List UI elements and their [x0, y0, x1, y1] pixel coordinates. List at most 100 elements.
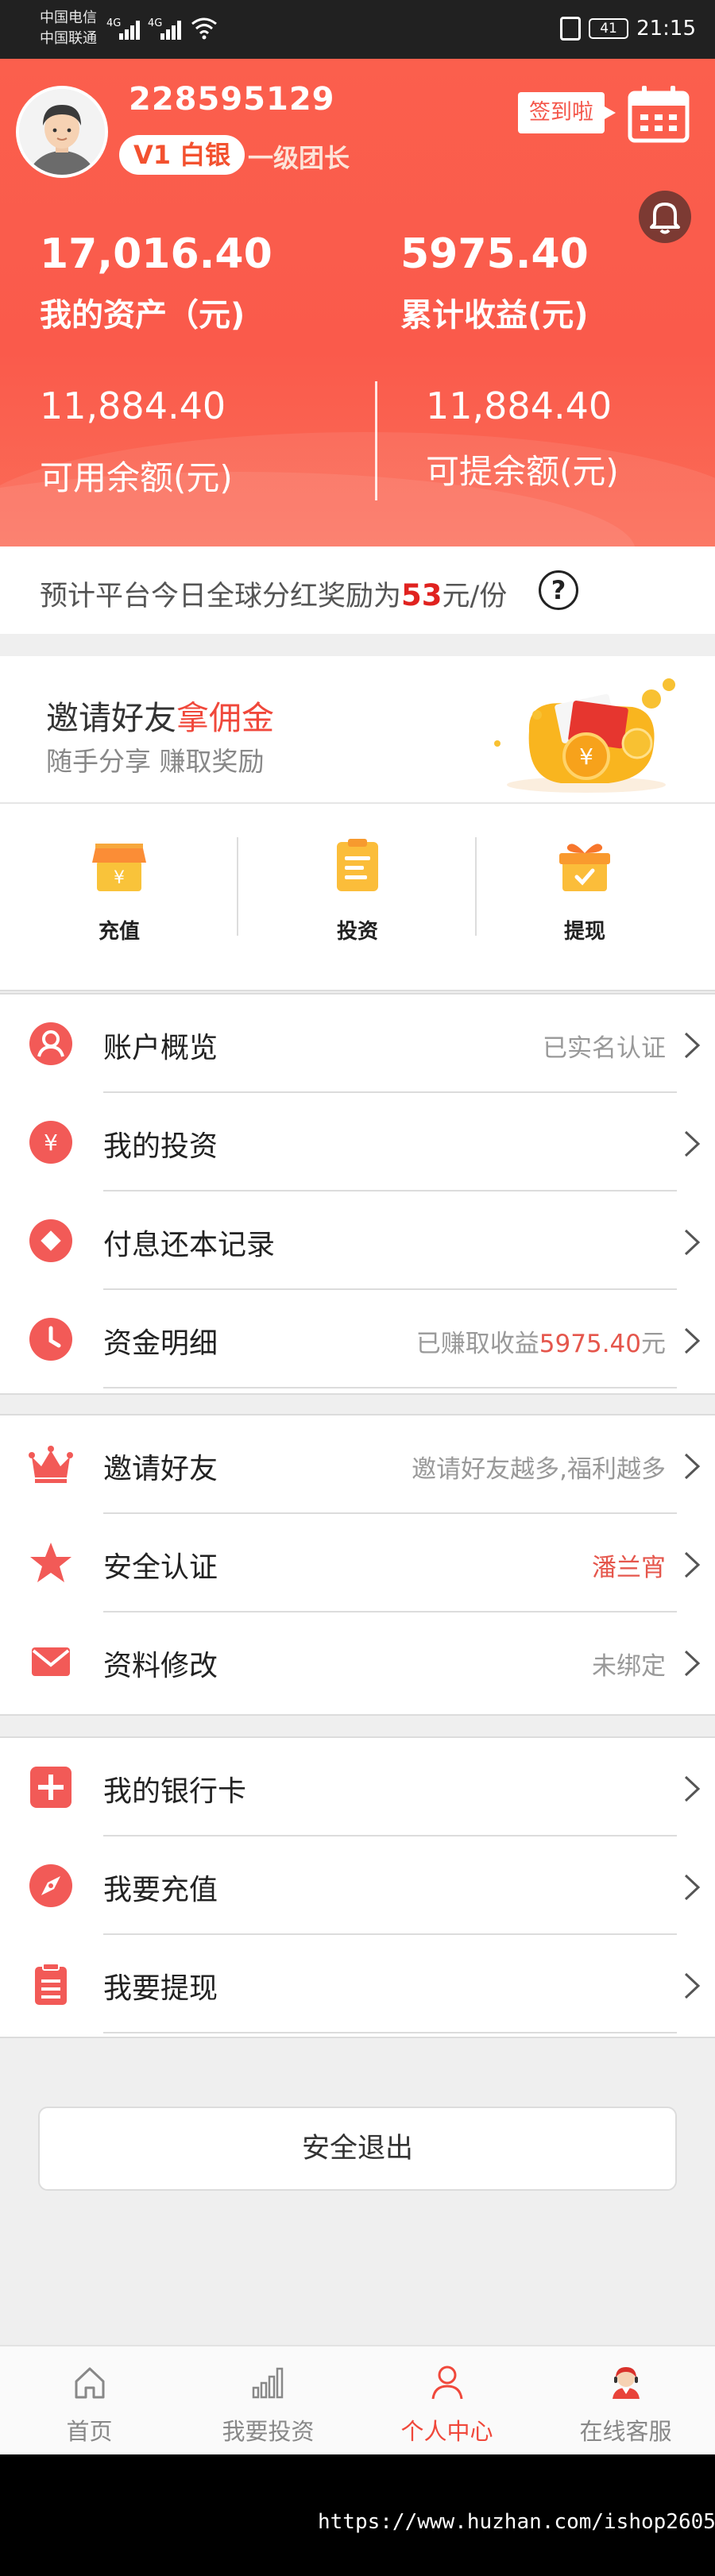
available-balance-label: 可用余额(元)	[40, 458, 233, 497]
plus-icon	[30, 1767, 72, 1808]
menu-item-repayment-records[interactable]: 付息还本记录	[0, 1191, 715, 1290]
mail-icon	[32, 1647, 70, 1676]
chevron-right-icon	[684, 1650, 701, 1677]
withdrawable-balance-label: 可提余额(元)	[426, 452, 619, 491]
invite-subtitle: 随手分享 赚取奖励	[46, 746, 265, 777]
bar-chart-icon	[252, 2367, 284, 2399]
invite-title-highlight: 拿佣金	[176, 699, 274, 737]
tab-label: 首页	[66, 2418, 113, 2445]
menu-group-social: 邀请好友 邀请好友越多,福利越多 安全认证 潘兰宵 资料修改 未绑定	[0, 1414, 715, 1716]
list-icon	[35, 1963, 67, 2005]
withdraw-label: 提现	[563, 920, 605, 944]
earned-income: 已赚取收益5975.40元	[416, 1323, 666, 1359]
notification-bell-button[interactable]	[639, 191, 691, 243]
tab-invest[interactable]: 我要投资	[179, 2346, 358, 2456]
menu-item-label: 资金明细	[103, 1327, 218, 1360]
dividend-forecast: 预计平台今日全球分红奖励为53元/份 ?	[0, 546, 715, 634]
shop-icon: ¥	[92, 844, 146, 891]
tab-profile[interactable]: 个人中心	[358, 2346, 536, 2456]
service-icon	[613, 2367, 640, 2399]
menu-item-label: 安全认证	[103, 1551, 218, 1584]
battery-icon: 41	[589, 18, 629, 39]
bell-icon	[650, 203, 680, 234]
invite-banner[interactable]: 邀请好友拿佣金 随手分享 赚取奖励 ¥	[0, 656, 715, 804]
recharge-action[interactable]: ¥ 充值	[0, 826, 238, 969]
recharge-label: 充值	[98, 920, 140, 944]
divider	[375, 381, 377, 500]
svg-text:¥: ¥	[579, 743, 593, 770]
chevron-right-icon	[684, 1130, 701, 1157]
forecast-prefix: 预计平台今日全球分红奖励为	[40, 581, 402, 612]
yen-icon: ¥	[29, 1121, 72, 1164]
withdraw-action[interactable]: 提现	[466, 826, 704, 969]
chevron-right-icon	[684, 1775, 701, 1802]
forecast-amount: 53	[401, 578, 443, 612]
carrier-1: 中国电信	[40, 10, 97, 26]
binding-status: 未绑定	[592, 1652, 666, 1681]
status-bar: 中国电信 中国联通 4G 4G 41 21:15	[0, 0, 715, 59]
menu-item-withdraw[interactable]: 我要提现	[0, 1935, 715, 2033]
menu-item-account-overview[interactable]: 账户概览 已实名认证	[0, 994, 715, 1093]
invest-label: 投资	[336, 920, 378, 944]
verified-name: 潘兰宵	[592, 1554, 666, 1582]
tab-home[interactable]: 首页	[0, 2346, 179, 2456]
menu-group-account: 账户概览 已实名认证 ¥ 我的投资 付息还本记录 资金明细 已赚取收益5975.…	[0, 993, 715, 1395]
menu-item-label: 我要提现	[103, 1972, 218, 2005]
chevron-right-icon	[684, 1327, 701, 1354]
signal-bars-icon	[160, 19, 184, 40]
earned-income-amount: 5975.40	[539, 1330, 641, 1358]
logout-button[interactable]: 安全退出	[38, 2107, 677, 2191]
total-assets-value: 17,016.40	[40, 230, 272, 278]
clipboard-icon	[337, 839, 378, 891]
verification-status: 已实名认证	[543, 1034, 666, 1063]
earned-income-prefix: 已赚取收益	[415, 1330, 539, 1358]
withdrawable-balance-value: 11,884.40	[426, 384, 613, 427]
menu-item-label: 我的投资	[103, 1130, 218, 1163]
watermark: https://www.huzhan.com/ishop26052	[318, 2510, 715, 2534]
crown-icon	[29, 1446, 73, 1483]
wifi-icon	[191, 17, 217, 40]
avatar-icon	[19, 89, 105, 175]
menu-group-bank: 我的银行卡 我要充值 我要提现	[0, 1736, 715, 2038]
level-badge: V1 白银	[119, 135, 245, 175]
menu-item-label: 邀请好友	[103, 1453, 218, 1485]
profile-header: 228595129 V1 白银 一级团长 签到啦 17,016.40 我的资产（…	[0, 59, 715, 546]
page: 中国电信 中国联通 4G 4G 41 21:15 228595129 V1 白银…	[0, 0, 715, 2576]
compass-icon	[29, 1864, 72, 1907]
invite-title: 邀请好友拿佣金	[46, 691, 274, 739]
menu-item-recharge[interactable]: 我要充值	[0, 1836, 715, 1935]
avatar[interactable]	[16, 86, 108, 178]
svg-text:¥: ¥	[114, 868, 125, 888]
menu-item-security-verification[interactable]: 安全认证 潘兰宵	[0, 1514, 715, 1612]
checkin-button[interactable]: 签到啦	[518, 92, 616, 133]
total-income-value: 5975.40	[400, 230, 589, 278]
tab-bar: 首页 我要投资 个人中心 在线客服	[0, 2345, 715, 2454]
invest-action[interactable]: 投资	[238, 826, 477, 969]
carrier-2: 中国联通	[40, 30, 97, 47]
menu-item-label: 资料修改	[103, 1650, 218, 1682]
menu-item-bank-card[interactable]: 我的银行卡	[0, 1738, 715, 1836]
menu-item-fund-details[interactable]: 资金明细 已赚取收益5975.40元	[0, 1290, 715, 1388]
total-income-label: 累计收益(元)	[400, 297, 589, 334]
tab-label: 个人中心	[400, 2418, 493, 2445]
user-icon	[29, 1022, 72, 1065]
help-icon[interactable]: ?	[539, 570, 578, 610]
team-level: 一级团长	[248, 143, 350, 173]
menu-item-label: 我的银行卡	[103, 1775, 247, 1808]
menu-item-label: 账户概览	[103, 1032, 218, 1064]
chevron-right-icon	[684, 1874, 701, 1901]
calendar-icon[interactable]	[628, 86, 690, 143]
total-assets-label: 我的资产（元)	[40, 297, 245, 334]
invite-hint: 邀请好友越多,福利越多	[412, 1455, 666, 1484]
menu-item-my-investment[interactable]: ¥ 我的投资	[0, 1093, 715, 1191]
chevron-right-icon	[684, 1551, 701, 1578]
vibrate-icon	[560, 17, 582, 41]
username: 228595129	[129, 81, 335, 118]
menu-item-label: 付息还本记录	[103, 1229, 276, 1261]
invite-title-prefix: 邀请好友	[46, 699, 176, 737]
signal-bars-icon	[119, 19, 143, 40]
tab-customer-service[interactable]: 在线客服	[536, 2346, 715, 2456]
menu-item-invite-friends[interactable]: 邀请好友 邀请好友越多,福利越多	[0, 1415, 715, 1514]
menu-item-edit-profile[interactable]: 资料修改 未绑定	[0, 1612, 715, 1711]
tab-label: 我要投资	[222, 2418, 315, 2445]
